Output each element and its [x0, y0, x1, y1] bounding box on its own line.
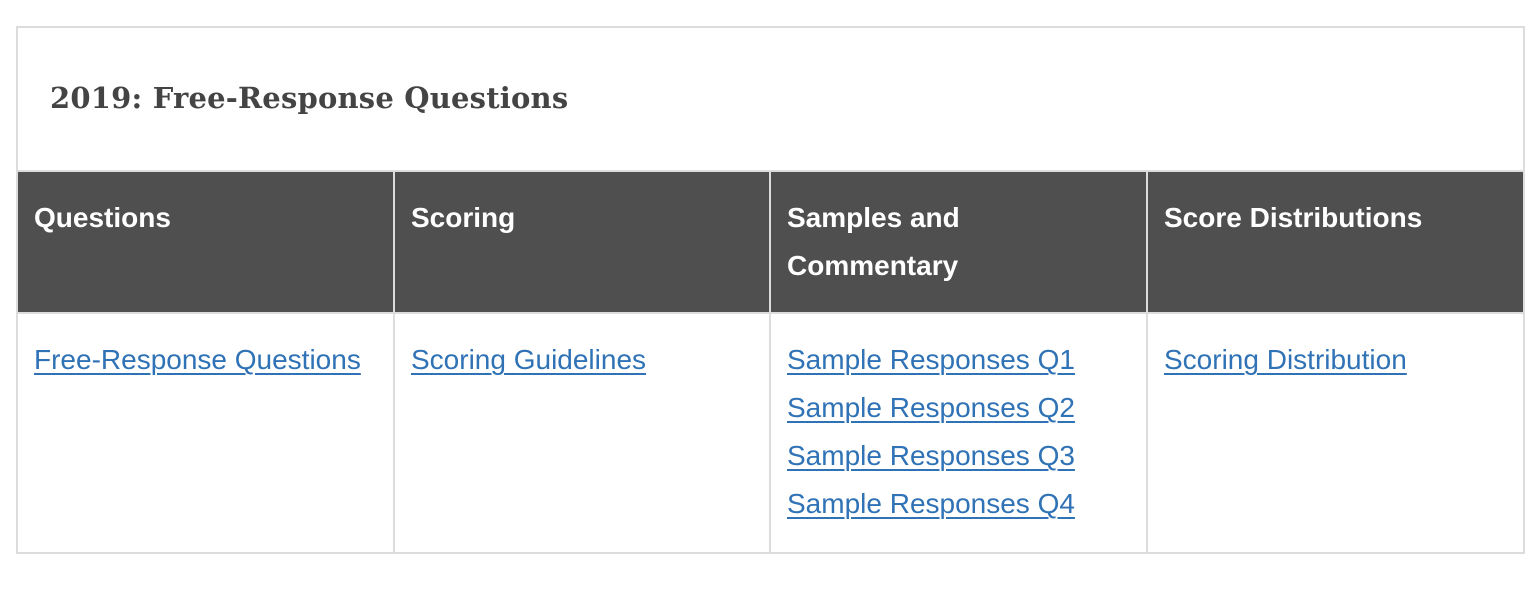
resource-table-container: 2019: Free-Response Questions Questions …	[15, 26, 1526, 554]
scoring-distribution-link[interactable]: Scoring Distribution	[1164, 344, 1407, 375]
sample-responses-q4-link[interactable]: Sample Responses Q4	[787, 488, 1075, 519]
cell-scoring: Scoring Guidelines	[393, 312, 771, 554]
free-response-questions-link[interactable]: Free-Response Questions	[34, 344, 361, 375]
sample-responses-q3-link[interactable]: Sample Responses Q3	[787, 440, 1075, 471]
cell-questions: Free-Response Questions	[16, 312, 395, 554]
sample-responses-q2-link[interactable]: Sample Responses Q2	[787, 392, 1075, 423]
column-header-samples: Samples and Commentary	[769, 170, 1148, 314]
scoring-guidelines-link[interactable]: Scoring Guidelines	[411, 344, 646, 375]
sample-q1-line: Sample Responses Q1	[787, 336, 1130, 384]
cell-distributions: Scoring Distribution	[1145, 312, 1526, 554]
column-header-questions: Questions	[16, 170, 395, 314]
header-row: Questions Scoring Samples and Commentary…	[16, 170, 1526, 314]
sample-q4-line: Sample Responses Q4	[787, 480, 1130, 528]
sample-q2-line: Sample Responses Q2	[787, 384, 1130, 432]
caption-row: 2019: Free-Response Questions	[15, 26, 1526, 172]
column-header-scoring: Scoring	[393, 170, 771, 314]
sample-q3-line: Sample Responses Q3	[787, 432, 1130, 480]
caption-cell: 2019: Free-Response Questions	[15, 26, 1526, 172]
resource-table: 2019: Free-Response Questions Questions …	[15, 26, 1526, 554]
column-header-distributions: Score Distributions	[1145, 170, 1526, 314]
table-row: Free-Response Questions Scoring Guidelin…	[16, 312, 1526, 554]
cell-samples: Sample Responses Q1 Sample Responses Q2 …	[769, 312, 1148, 554]
sample-responses-q1-link[interactable]: Sample Responses Q1	[787, 344, 1075, 375]
table-caption: 2019: Free-Response Questions	[50, 81, 569, 115]
